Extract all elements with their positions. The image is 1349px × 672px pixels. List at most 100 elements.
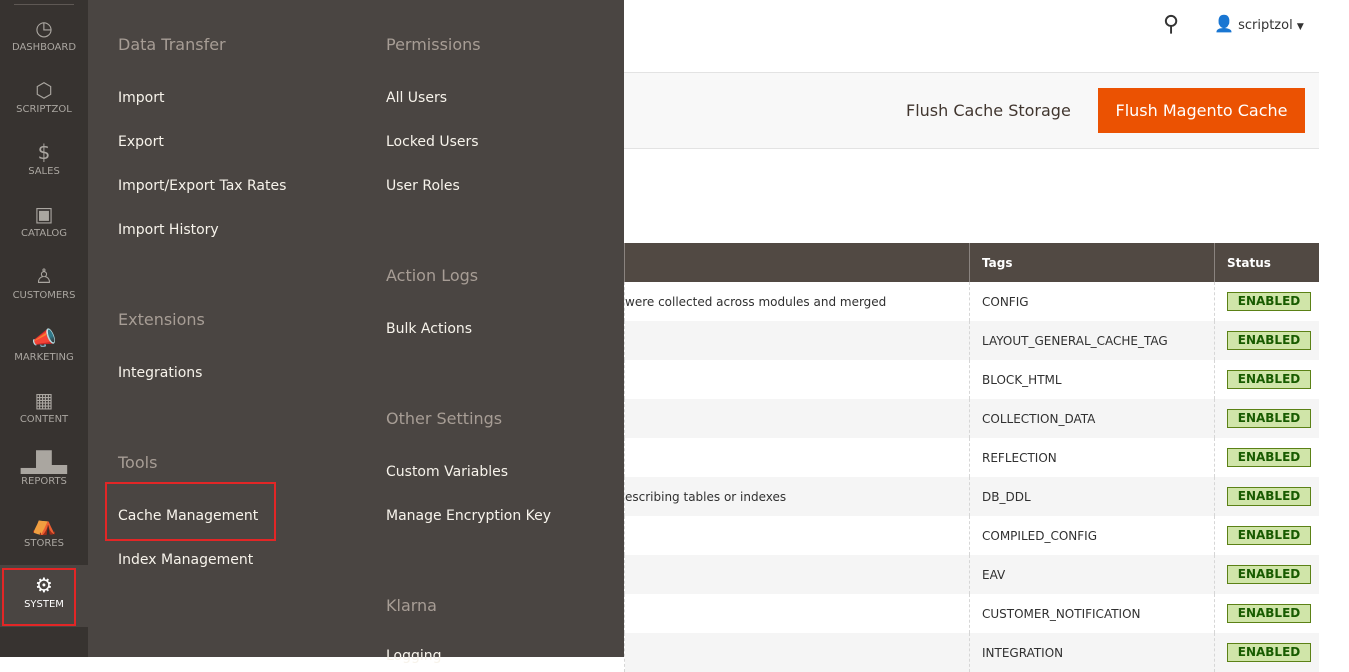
menu-item-encryption-key[interactable]: Manage Encryption Key [386, 508, 551, 524]
sidebar-item-content[interactable]: ▦ CONTENT [0, 388, 88, 450]
cache-tags: CUSTOMER_NOTIFICATION [969, 594, 1215, 633]
user-menu[interactable]: 👤 scriptzol ▼ [1214, 14, 1304, 33]
cache-status: ENABLED [1214, 633, 1319, 672]
status-badge: ENABLED [1227, 331, 1311, 350]
user-icon: 👤 [1214, 14, 1234, 33]
cache-tags: BLOCK_HTML [969, 360, 1215, 399]
sidebar-item-sales[interactable]: $ SALES [0, 140, 88, 202]
highlight-box [2, 568, 76, 626]
menu-heading: Other Settings [386, 409, 503, 428]
menu-heading: Data Transfer [118, 35, 226, 54]
sidebar-item-customers[interactable]: ♙ CUSTOMERS [0, 264, 88, 326]
sidebar-item-scriptzol[interactable]: ⬡ SCRIPTZOL [0, 78, 88, 140]
menu-item-index-management[interactable]: Index Management [118, 552, 253, 568]
sidebar-item-label: CUSTOMERS [12, 290, 76, 301]
menu-item-locked-users[interactable]: Locked Users [386, 134, 479, 150]
menu-heading: Klarna [386, 596, 437, 615]
table-row: CUSTOMER_NOTIFICATION ENABLED [624, 594, 1319, 633]
sidebar-item-dashboard[interactable]: ◷ DASHBOARD [0, 16, 88, 78]
menu-item-user-roles[interactable]: User Roles [386, 178, 460, 194]
table-row: were collected across modules and merged… [624, 282, 1319, 321]
status-badge: ENABLED [1227, 643, 1311, 662]
sidebar-item-marketing[interactable]: 📣 MARKETING [0, 326, 88, 388]
page-actions: Flush Cache Storage Flush Magento Cache [624, 72, 1319, 149]
cache-description [624, 516, 970, 555]
table-row: LAYOUT_GENERAL_CACHE_TAG ENABLED [624, 321, 1319, 360]
cache-description [624, 594, 970, 633]
menu-heading: Extensions [118, 310, 205, 329]
status-badge: ENABLED [1227, 565, 1311, 584]
search-icon[interactable]: ⚲ [1163, 12, 1179, 37]
cache-description [624, 399, 970, 438]
menu-item-tax-rates[interactable]: Import/Export Tax Rates [118, 178, 286, 194]
flush-magento-cache-button[interactable]: Flush Magento Cache [1098, 88, 1305, 133]
cache-description: escribing tables or indexes [624, 477, 970, 516]
status-badge: ENABLED [1227, 448, 1311, 467]
system-menu-flyout: Data Transfer Import Export Import/Expor… [88, 0, 624, 664]
table-row: COMPILED_CONFIG ENABLED [624, 516, 1319, 555]
sidebar-item-label: CATALOG [20, 228, 68, 239]
cache-description: were collected across modules and merged [624, 282, 970, 321]
megaphone-icon: 📣 [31, 326, 57, 350]
cache-status: ENABLED [1214, 594, 1319, 633]
chevron-down-icon: ▼ [1296, 22, 1304, 32]
hexagon-icon: ⬡ [35, 78, 53, 102]
cache-status: ENABLED [1214, 555, 1319, 594]
cache-table: Tags Status were collected across module… [624, 243, 1319, 672]
cache-status: ENABLED [1214, 282, 1319, 321]
status-badge: ENABLED [1227, 370, 1311, 389]
menu-item-import[interactable]: Import [118, 90, 164, 106]
sidebar-item-label: DASHBOARD [11, 42, 77, 53]
menu-heading: Action Logs [386, 266, 479, 285]
layout-icon: ▦ [34, 388, 54, 412]
sidebar-item-label: STORES [24, 538, 64, 549]
cache-tags: DB_DDL [969, 477, 1215, 516]
menu-item-logging[interactable]: Logging [386, 648, 442, 664]
table-row: COLLECTION_DATA ENABLED [624, 399, 1319, 438]
column-header-status: Status [1214, 243, 1319, 282]
cache-tags: CONFIG [969, 282, 1215, 321]
sidebar-item-reports[interactable]: ▂█▃ REPORTS [0, 450, 88, 512]
cache-status: ENABLED [1214, 438, 1319, 477]
cache-status: ENABLED [1214, 360, 1319, 399]
table-row: INTEGRATION ENABLED [624, 633, 1319, 672]
dollar-icon: $ [37, 140, 51, 164]
cache-status: ENABLED [1214, 516, 1319, 555]
status-badge: ENABLED [1227, 292, 1311, 311]
menu-item-export[interactable]: Export [118, 134, 164, 150]
cache-description [624, 321, 970, 360]
menu-heading: Permissions [386, 35, 481, 54]
sidebar-item-label: SALES [28, 166, 60, 177]
sidebar-item-label: CONTENT [19, 414, 69, 425]
cache-description [624, 633, 970, 672]
admin-sidebar: ◷ DASHBOARD ⬡ SCRIPTZOL $ SALES ▣ CATALOG ♙ CUSTO… [0, 0, 88, 657]
menu-item-bulk-actions[interactable]: Bulk Actions [386, 321, 472, 337]
highlight-box [105, 482, 276, 541]
menu-item-all-users[interactable]: All Users [386, 90, 447, 106]
divider [14, 4, 74, 5]
cache-tags: REFLECTION [969, 438, 1215, 477]
sidebar-item-label: MARKETING [14, 352, 74, 363]
sidebar-item-system[interactable]: ⚙ SYSTEM [0, 565, 88, 627]
column-header-tags: Tags [969, 243, 1215, 282]
cache-tags: EAV [969, 555, 1215, 594]
table-row: escribing tables or indexes DB_DDL ENABLED [624, 477, 1319, 516]
cache-tags: COLLECTION_DATA [969, 399, 1215, 438]
table-row: BLOCK_HTML ENABLED [624, 360, 1319, 399]
bar-chart-icon: ▂█▃ [20, 450, 68, 474]
sidebar-item-catalog[interactable]: ▣ CATALOG [0, 202, 88, 264]
menu-item-integrations[interactable]: Integrations [118, 365, 202, 381]
cache-status: ENABLED [1214, 399, 1319, 438]
sidebar-item-label: REPORTS [21, 476, 67, 487]
menu-item-import-history[interactable]: Import History [118, 222, 219, 238]
cache-description [624, 555, 970, 594]
sidebar-item-label: SCRIPTZOL [16, 104, 72, 115]
flush-cache-storage-button[interactable]: Flush Cache Storage [906, 101, 1071, 120]
status-badge: ENABLED [1227, 487, 1311, 506]
table-row: REFLECTION ENABLED [624, 438, 1319, 477]
menu-item-custom-variables[interactable]: Custom Variables [386, 464, 508, 480]
status-badge: ENABLED [1227, 604, 1311, 623]
status-badge: ENABLED [1227, 409, 1311, 428]
dashboard-icon: ◷ [35, 16, 53, 40]
cache-status: ENABLED [1214, 321, 1319, 360]
